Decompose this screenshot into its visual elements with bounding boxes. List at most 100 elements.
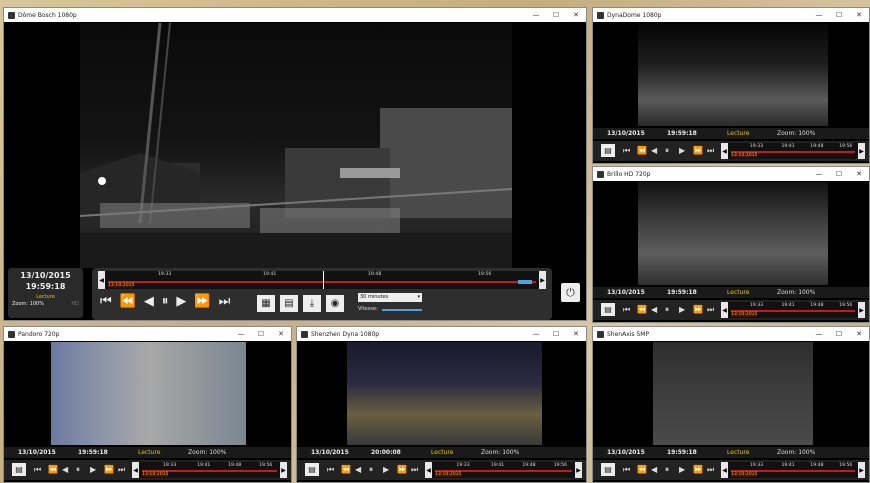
camera-window-3[interactable]: Brillo HD 720p — ☐ ✕ 13/10/2015 19:59:18… <box>592 166 870 323</box>
grid-icon[interactable]: ▦ <box>257 295 275 312</box>
timeline-forward-button[interactable]: ▶ <box>858 143 865 159</box>
maximize-button[interactable]: ☐ <box>829 11 849 19</box>
close-button[interactable]: ✕ <box>566 330 586 338</box>
play-icon[interactable]: ▶ <box>176 294 186 309</box>
step-backward-icon[interactable]: ◀ <box>355 465 361 474</box>
power-icon[interactable]: ⏻ <box>561 283 580 302</box>
camera-window-2[interactable]: DynaDome 1080p — ☐ ✕ 13/10/2015 19:59:18… <box>592 7 870 164</box>
close-button[interactable]: ✕ <box>271 330 291 338</box>
fast-forward-icon[interactable]: ⏩ <box>693 465 703 474</box>
step-backward-icon[interactable]: ◀ <box>651 146 657 155</box>
video-feed[interactable] <box>80 23 512 268</box>
step-backward-icon[interactable]: ◀ <box>144 294 154 309</box>
download-icon[interactable]: ⤓ <box>303 295 321 312</box>
step-backward-icon[interactable]: ◀ <box>651 305 657 314</box>
skip-start-icon[interactable]: ⏮ <box>327 465 334 475</box>
timeline-back-button[interactable]: ◀ <box>98 271 105 289</box>
camera-window-5[interactable]: Shenzhen Dyna 1080p — ☐ ✕ 13/10/2015 20:… <box>296 326 587 483</box>
timeline-back-button[interactable]: ◀ <box>721 143 728 159</box>
skip-end-icon[interactable]: ⏭ <box>219 294 231 309</box>
pause-icon[interactable]: ⏸ <box>665 146 669 156</box>
step-backward-icon[interactable]: ◀ <box>62 465 68 474</box>
timeline-forward-button[interactable]: ▶ <box>575 462 582 478</box>
calendar-icon[interactable]: ▤ <box>305 463 319 476</box>
video-feed[interactable] <box>653 342 813 445</box>
fast-forward-icon[interactable]: ⏩ <box>194 294 210 309</box>
skip-start-icon[interactable]: ⏮ <box>623 465 630 475</box>
skip-end-icon[interactable]: ⏭ <box>118 465 125 475</box>
timeline-back-button[interactable]: ◀ <box>132 462 139 478</box>
close-button[interactable]: ✕ <box>849 330 869 338</box>
pause-icon[interactable]: ⏸ <box>665 305 669 315</box>
fast-forward-icon[interactable]: ⏩ <box>693 146 703 155</box>
fast-backward-icon[interactable]: ⏪ <box>637 465 647 474</box>
fast-backward-icon[interactable]: ⏪ <box>48 465 58 474</box>
maximize-button[interactable]: ☐ <box>829 170 849 178</box>
maximize-button[interactable]: ☐ <box>546 330 566 338</box>
pause-icon[interactable]: ⏸ <box>162 294 169 309</box>
pause-icon[interactable]: ⏸ <box>665 465 669 475</box>
skip-end-icon[interactable]: ⏭ <box>707 305 714 315</box>
calendar-icon[interactable]: ▤ <box>601 144 615 157</box>
timeline[interactable]: ◀ ▶ 19:33 19:41 19:48 19:56 13:10:2015 <box>721 462 865 478</box>
speed-select[interactable]: 30 minutes ▾ <box>358 293 422 302</box>
minimize-button[interactable]: — <box>809 11 829 19</box>
video-feed[interactable] <box>638 182 828 285</box>
calendar-icon[interactable]: ▤ <box>12 463 26 476</box>
snapshot-icon[interactable]: ◉ <box>326 295 344 312</box>
skip-start-icon[interactable]: ⏮ <box>34 465 41 475</box>
play-icon[interactable]: ▶ <box>383 465 389 474</box>
skip-start-icon[interactable]: ⏮ <box>623 305 630 315</box>
play-icon[interactable]: ▶ <box>679 305 685 314</box>
pause-icon[interactable]: ⏸ <box>76 465 80 475</box>
calendar-icon[interactable]: ▤ <box>601 303 615 316</box>
timeline[interactable]: ◀ ▶ 19:33 19:41 19:48 19:56 13:10:2015 <box>425 462 582 478</box>
maximize-button[interactable]: ☐ <box>546 11 566 19</box>
calendar-icon[interactable]: ▤ <box>601 463 615 476</box>
video-feed[interactable] <box>51 342 246 445</box>
main-camera-window[interactable]: Dôme Bosch 1080p — ☐ ✕ 13/10/2015 19:59:… <box>3 7 587 321</box>
timeline-forward-button[interactable]: ▶ <box>858 462 865 478</box>
skip-end-icon[interactable]: ⏭ <box>411 465 418 475</box>
minimize-button[interactable]: — <box>231 330 251 338</box>
minimize-button[interactable]: — <box>526 11 546 19</box>
timeline[interactable]: ◀ ▶ 19:33 19:41 19:48 19:56 13:10:2015 <box>132 462 287 478</box>
calendar-icon[interactable]: ▤ <box>280 295 298 312</box>
play-icon[interactable]: ▶ <box>90 465 96 474</box>
timeline-back-button[interactable]: ◀ <box>721 302 728 318</box>
close-button[interactable]: ✕ <box>849 170 869 178</box>
maximize-button[interactable]: ☐ <box>829 330 849 338</box>
fast-forward-icon[interactable]: ⏩ <box>693 305 703 314</box>
minimize-button[interactable]: — <box>809 330 829 338</box>
timeline-forward-button[interactable]: ▶ <box>539 271 546 289</box>
timeline-back-button[interactable]: ◀ <box>425 462 432 478</box>
play-icon[interactable]: ▶ <box>679 465 685 474</box>
close-button[interactable]: ✕ <box>566 11 586 19</box>
video-feed[interactable] <box>638 23 828 126</box>
fast-backward-icon[interactable]: ⏪ <box>637 305 647 314</box>
fast-forward-icon[interactable]: ⏩ <box>104 465 114 474</box>
fast-forward-icon[interactable]: ⏩ <box>397 465 407 474</box>
skip-end-icon[interactable]: ⏭ <box>707 465 714 475</box>
maximize-button[interactable]: ☐ <box>251 330 271 338</box>
camera-window-6[interactable]: ShenAxis 5MP — ☐ ✕ 13/10/2015 19:59:18 L… <box>592 326 870 483</box>
skip-start-icon[interactable]: ⏮ <box>623 146 630 156</box>
minimize-button[interactable]: — <box>809 170 829 178</box>
fast-backward-icon[interactable]: ⏪ <box>120 294 136 309</box>
timeline[interactable]: ◀ ▶ 19:33 19:41 19:48 19:56 13:10:2015 <box>98 271 546 289</box>
fast-backward-icon[interactable]: ⏪ <box>637 146 647 155</box>
close-button[interactable]: ✕ <box>849 11 869 19</box>
timeline-back-button[interactable]: ◀ <box>721 462 728 478</box>
timeline[interactable]: ◀ ▶ 19:33 19:41 19:48 19:56 13:10:2015 <box>721 143 865 159</box>
playhead[interactable] <box>518 280 532 284</box>
fast-backward-icon[interactable]: ⏪ <box>341 465 351 474</box>
play-icon[interactable]: ▶ <box>679 146 685 155</box>
minimize-button[interactable]: — <box>526 330 546 338</box>
speed-slider[interactable] <box>382 309 422 311</box>
step-backward-icon[interactable]: ◀ <box>651 465 657 474</box>
pause-icon[interactable]: ⏸ <box>369 465 373 475</box>
timeline-forward-button[interactable]: ▶ <box>858 302 865 318</box>
skip-end-icon[interactable]: ⏭ <box>707 146 714 156</box>
camera-window-4[interactable]: Pandoro 720p — ☐ ✕ 13/10/2015 19:59:18 L… <box>3 326 292 483</box>
timeline[interactable]: ◀ ▶ 19:33 19:41 19:48 19:56 13:10:2015 <box>721 302 865 318</box>
